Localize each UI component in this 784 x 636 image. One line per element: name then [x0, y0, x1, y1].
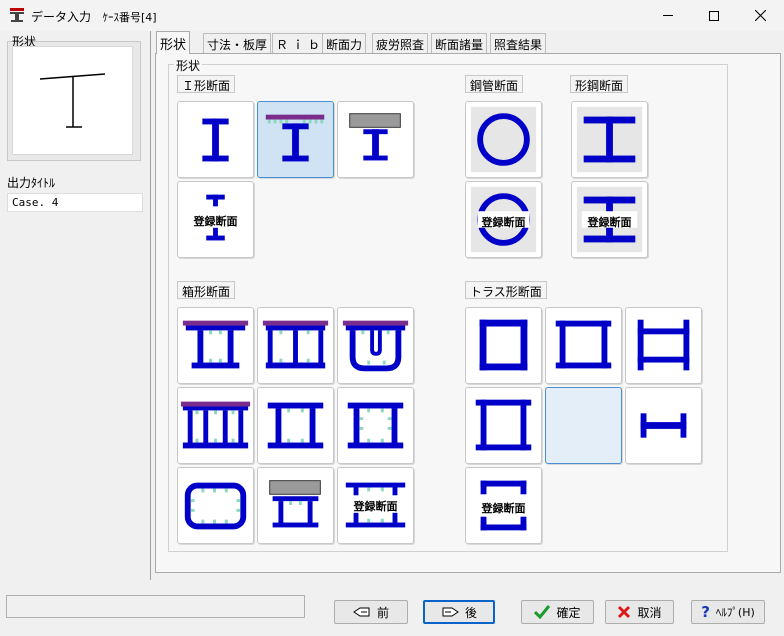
truss-section-tile-4[interactable] [465, 387, 542, 464]
output-title-input[interactable]: Case. 4 [7, 193, 143, 212]
hand-right-icon [442, 607, 459, 617]
pipe-section-tile-registered[interactable]: 登録断面 [465, 181, 542, 258]
truss-section-tile-6[interactable] [625, 387, 702, 464]
i-section-label: Ｉ形断面 [177, 75, 236, 93]
minimize-button[interactable] [645, 0, 691, 31]
box-u-shaped-steel-deck-icon [342, 320, 409, 372]
i-beam-steel-deck-icon [265, 114, 325, 162]
pipe-icon [470, 106, 537, 173]
i-beam-icon [202, 118, 229, 162]
window-title-text: データ入力 [31, 10, 92, 24]
truss-section-label: トラス形断面 [465, 281, 547, 299]
status-bar [6, 595, 305, 618]
next-button-label: 後 [464, 605, 477, 620]
truss-wide-box-icon [637, 319, 690, 371]
tab-fatigue-check[interactable]: 疲労照査 [372, 33, 429, 53]
box-concrete-deck-icon [269, 480, 321, 528]
pipe-section-label: 鋼管断面 [465, 75, 524, 93]
preview-i-girder-drawing [39, 73, 106, 128]
box-rounded-icon [184, 482, 247, 530]
registered-label: 登録断面 [353, 500, 398, 513]
box-three-web-steel-deck-icon [262, 320, 329, 369]
box-section-tile-4[interactable] [177, 387, 254, 464]
i-section-tile-plain[interactable] [177, 101, 254, 178]
truss-h-member-icon [640, 413, 687, 438]
truss-square-icon [479, 319, 528, 371]
box-section-tile-8[interactable] [257, 467, 334, 544]
pipe-section-tile-round[interactable] [465, 101, 542, 178]
help-button[interactable]: ? ﾍﾙﾌﾟ(H) [691, 600, 765, 624]
cancel-button-label: 取消 [637, 605, 662, 620]
truss-section-tile-2[interactable] [545, 307, 622, 384]
window-title: データ入力 ｹｰｽ番号[4] [31, 8, 157, 25]
maximize-icon [709, 10, 719, 21]
output-title-label: 出力ﾀｲﾄﾙ [7, 176, 56, 190]
box-section-tile-6[interactable] [337, 387, 414, 464]
box-section-tile-5[interactable] [257, 387, 334, 464]
tab-section-properties[interactable]: 断面諸量 [431, 33, 488, 53]
truss-box-icon [555, 320, 612, 369]
box-section-tile-1[interactable] [177, 307, 254, 384]
confirm-button-label: 確定 [556, 605, 581, 620]
registered-label: 登録断面 [481, 502, 526, 515]
close-icon [754, 10, 766, 21]
app-icon [10, 8, 24, 22]
h-beam-icon [576, 106, 643, 173]
maximize-button[interactable] [691, 0, 737, 31]
tab-section-force[interactable]: 断面力 [322, 33, 367, 53]
truss-section-tile-blank[interactable] [545, 387, 622, 464]
confirm-button[interactable]: 確定 [521, 600, 594, 624]
truss-section-tile-registered[interactable]: 登録断面 [465, 467, 542, 544]
tab-shape[interactable]: 形状 [156, 31, 191, 54]
truss-section-tile-3[interactable] [625, 307, 702, 384]
truss-section-tile-1[interactable] [465, 307, 542, 384]
box-two-web-icon [267, 402, 324, 449]
prev-button[interactable]: 前 [334, 600, 408, 624]
i-section-tile-steel-deck[interactable] [257, 101, 334, 178]
box-ribbed-icon [347, 402, 404, 449]
box-two-web-steel-deck-icon [182, 320, 249, 369]
hand-left-icon [353, 607, 370, 617]
minimize-icon [663, 15, 673, 16]
shape-group-label: 形状 [174, 57, 203, 74]
shape-steel-section-label: 形鋼断面 [570, 75, 629, 93]
checkmark-icon [534, 605, 551, 619]
tab-rib[interactable]: Ｒｉｂ [272, 33, 329, 53]
tab-dimensions[interactable]: 寸法・板厚 [203, 33, 272, 53]
help-question-icon: ? [701, 603, 710, 621]
cancel-button[interactable]: 取消 [605, 600, 674, 624]
i-section-tile-registered[interactable]: 登録断面 [177, 181, 254, 258]
shape-preview [12, 46, 133, 155]
i-beam-concrete-deck-icon [349, 113, 401, 161]
box-section-tile-2[interactable] [257, 307, 334, 384]
box-four-web-steel-deck-icon [180, 401, 251, 449]
case-number-label: ｹｰｽ番号[4] [102, 11, 157, 24]
registered-label: 登録断面 [193, 215, 238, 228]
prev-button-label: 前 [376, 605, 389, 620]
registered-label: 登録断面 [481, 216, 526, 229]
truss-flanged-square-icon [475, 399, 532, 451]
registered-label: 登録断面 [587, 216, 632, 229]
shape-steel-tile-registered[interactable]: 登録断面 [571, 181, 648, 258]
close-button[interactable] [737, 0, 783, 31]
box-section-label: 箱形断面 [177, 281, 236, 299]
cancel-x-icon [618, 605, 631, 619]
help-button-label: ﾍﾙﾌﾟ(H) [715, 606, 755, 619]
next-button[interactable]: 後 [423, 600, 495, 624]
i-section-tile-concrete-deck[interactable] [337, 101, 414, 178]
box-section-tile-registered[interactable]: 登録断面 [337, 467, 414, 544]
box-section-tile-3[interactable] [337, 307, 414, 384]
shape-steel-tile-h[interactable] [571, 101, 648, 178]
tab-check-results[interactable]: 照査結果 [490, 33, 547, 53]
box-section-tile-7[interactable] [177, 467, 254, 544]
